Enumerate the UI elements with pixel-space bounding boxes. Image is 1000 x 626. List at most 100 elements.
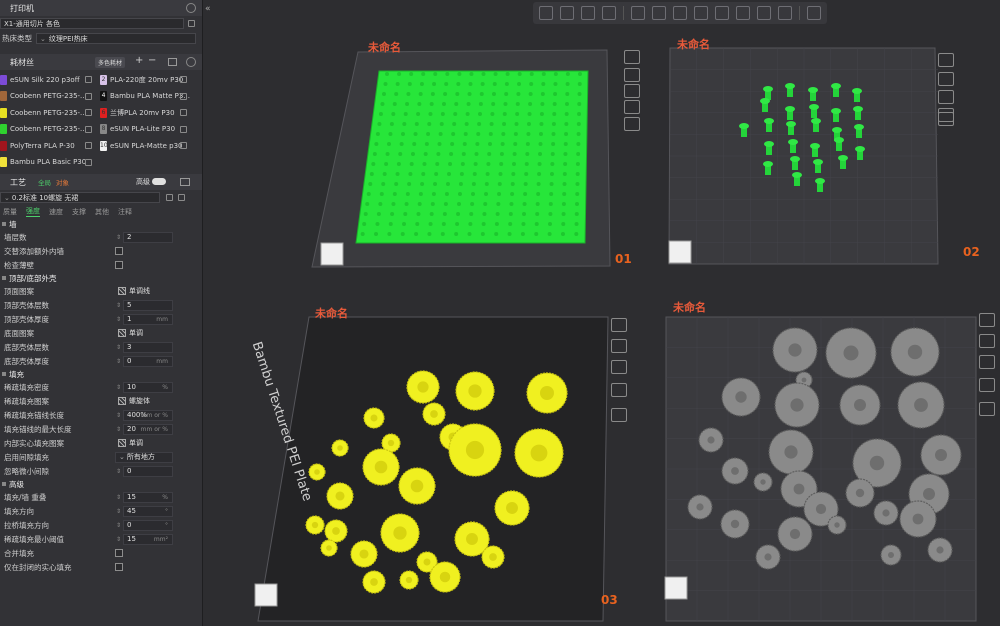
setting-input[interactable]: ⇕ 3: [116, 341, 173, 353]
filament-color-swatch[interactable]: [0, 74, 7, 85]
grid-icon[interactable]: [560, 6, 574, 20]
arrange-plate-icon[interactable]: [979, 334, 995, 348]
text-icon[interactable]: [778, 6, 792, 20]
filament-color-swatch[interactable]: 10: [100, 140, 108, 151]
settings-plate-icon[interactable]: [611, 408, 627, 422]
lay-on-face-icon[interactable]: [694, 6, 708, 20]
setting-input[interactable]: ⇕ 400% mm or %: [116, 409, 173, 421]
setting-checkbox[interactable]: [115, 247, 123, 255]
filament-color-swatch[interactable]: [0, 157, 7, 167]
close-plate-icon[interactable]: [938, 53, 954, 67]
filament-item[interactable]: Bambu PLA Basic P30: [0, 156, 86, 169]
stepper-icon[interactable]: ⇕: [116, 536, 121, 543]
tab-quality[interactable]: 质量: [3, 207, 17, 217]
rotate-icon[interactable]: [652, 6, 666, 20]
filament-color-swatch[interactable]: [0, 91, 7, 101]
auto-orient-icon[interactable]: [581, 6, 595, 20]
setting-input[interactable]: ⇕ 0 mm: [116, 355, 173, 367]
process-preset-select[interactable]: ⌄ 0.2标准 10螺旋 无裙: [0, 192, 160, 203]
stepper-icon[interactable]: ⇕: [116, 302, 121, 309]
edit-icon[interactable]: [180, 142, 187, 149]
printer-select[interactable]: X1-通用切片 各色: [0, 18, 184, 29]
support-paint-icon[interactable]: [736, 6, 750, 20]
move-icon[interactable]: [631, 6, 645, 20]
setting-input[interactable]: ⇕ 15 mm²: [116, 533, 173, 545]
plate-2-name[interactable]: 未命名: [677, 36, 710, 52]
setting-input[interactable]: ⇕ 10%: [116, 381, 173, 393]
edit-icon[interactable]: [180, 109, 187, 116]
orient-plate-icon[interactable]: [979, 355, 995, 369]
setting-input[interactable]: ⇕ 1 mm: [116, 313, 173, 325]
settings-plate-icon[interactable]: [938, 112, 954, 126]
stepper-icon[interactable]: ⇕: [116, 412, 121, 419]
edit-icon[interactable]: [178, 194, 185, 201]
3d-viewport[interactable]: 未命名 01 未命名 02 未命名 03 未命名 Bambu Textured …: [203, 0, 1000, 626]
cut-icon[interactable]: [715, 6, 729, 20]
scale-icon[interactable]: [673, 6, 687, 20]
setting-input[interactable]: ⇕ 20 mm or %: [116, 423, 173, 435]
edit-icon[interactable]: [85, 109, 92, 116]
edit-icon[interactable]: [85, 76, 92, 83]
setting-select[interactable]: 单调: [115, 328, 173, 339]
filament-item[interactable]: 8 eSUN PLA-Lite P30: [100, 123, 175, 136]
filament-item[interactable]: 6 兰博PLA 20mv P30: [100, 106, 175, 119]
filament-item[interactable]: PolyTerra PLA P-30: [0, 139, 75, 152]
filament-item[interactable]: Coobenn PETG-235-...: [0, 123, 87, 136]
plate-1-name[interactable]: 未命名: [368, 39, 401, 55]
arrange-plate-icon[interactable]: [938, 72, 954, 86]
global-tab[interactable]: 全局: [38, 177, 51, 187]
edit-icon[interactable]: [180, 125, 187, 133]
filament-section-header[interactable]: 耗材丝 多色耗材 + −: [0, 54, 202, 70]
save-icon[interactable]: [166, 194, 173, 201]
printer-section-header[interactable]: 打印机: [0, 0, 202, 16]
orient-plate-icon[interactable]: [624, 84, 640, 98]
filament-color-swatch[interactable]: [0, 140, 7, 151]
orient-plate-icon[interactable]: [611, 360, 627, 374]
object-tab[interactable]: 对象: [56, 177, 69, 187]
collapse-panel-icon[interactable]: «: [205, 4, 211, 14]
add-cube-icon[interactable]: [539, 6, 553, 20]
stepper-icon[interactable]: ⇕: [116, 508, 121, 515]
stepper-icon[interactable]: ⇕: [116, 426, 121, 433]
setting-checkbox[interactable]: [115, 563, 123, 571]
settings-plate-icon[interactable]: [624, 117, 640, 131]
filament-item[interactable]: Coobenn PETG-235-...: [0, 90, 87, 103]
lock-icon[interactable]: [611, 383, 627, 397]
setting-input[interactable]: ⇕ 2: [116, 231, 173, 243]
remove-icon[interactable]: −: [148, 55, 156, 66]
filament-color-swatch[interactable]: 2: [100, 74, 107, 85]
filament-item[interactable]: eSUN Silk 220 p3off: [0, 73, 80, 86]
setting-input[interactable]: ⇕ 0 °: [116, 519, 173, 531]
stepper-icon[interactable]: ⇕: [116, 358, 121, 365]
lock-icon[interactable]: [979, 378, 995, 392]
settings-plate-icon[interactable]: [979, 402, 995, 416]
filament-item[interactable]: Coobenn PETG-235-...: [0, 106, 87, 119]
close-plate-icon[interactable]: [624, 50, 640, 64]
stepper-icon[interactable]: ⇕: [116, 468, 121, 475]
stepper-icon[interactable]: ⇕: [116, 494, 121, 501]
gear-icon[interactable]: [186, 57, 196, 67]
plate-3-name[interactable]: 未命名: [315, 305, 348, 321]
edit-icon[interactable]: [85, 92, 92, 100]
arrange-icon[interactable]: [602, 6, 616, 20]
orient-plate-icon[interactable]: [938, 90, 954, 104]
setting-checkbox[interactable]: [115, 549, 123, 557]
bed-type-select[interactable]: ⌄ 纹理PEI热床: [36, 33, 196, 44]
tab-support[interactable]: 支撑: [72, 207, 86, 217]
setting-select[interactable]: 单调: [115, 438, 173, 449]
setting-select[interactable]: 螺旋体: [115, 396, 173, 407]
arrange-plate-icon[interactable]: [624, 68, 640, 82]
tab-other[interactable]: 其他: [95, 207, 109, 217]
close-plate-icon[interactable]: [979, 313, 995, 327]
filament-color-swatch[interactable]: 4: [100, 91, 107, 101]
tab-strength[interactable]: 强度: [26, 206, 40, 217]
stepper-icon[interactable]: ⇕: [116, 522, 121, 529]
tab-speed[interactable]: 速度: [49, 207, 63, 217]
setting-input[interactable]: ⇕ 45 °: [116, 505, 173, 517]
close-plate-icon[interactable]: [611, 318, 627, 332]
setting-checkbox[interactable]: [115, 261, 123, 269]
stepper-icon[interactable]: ⇕: [116, 344, 121, 351]
lock-icon[interactable]: [624, 100, 640, 114]
process-section-header[interactable]: 工艺 全局 对象 高级: [0, 174, 202, 190]
edit-icon[interactable]: [85, 142, 92, 149]
